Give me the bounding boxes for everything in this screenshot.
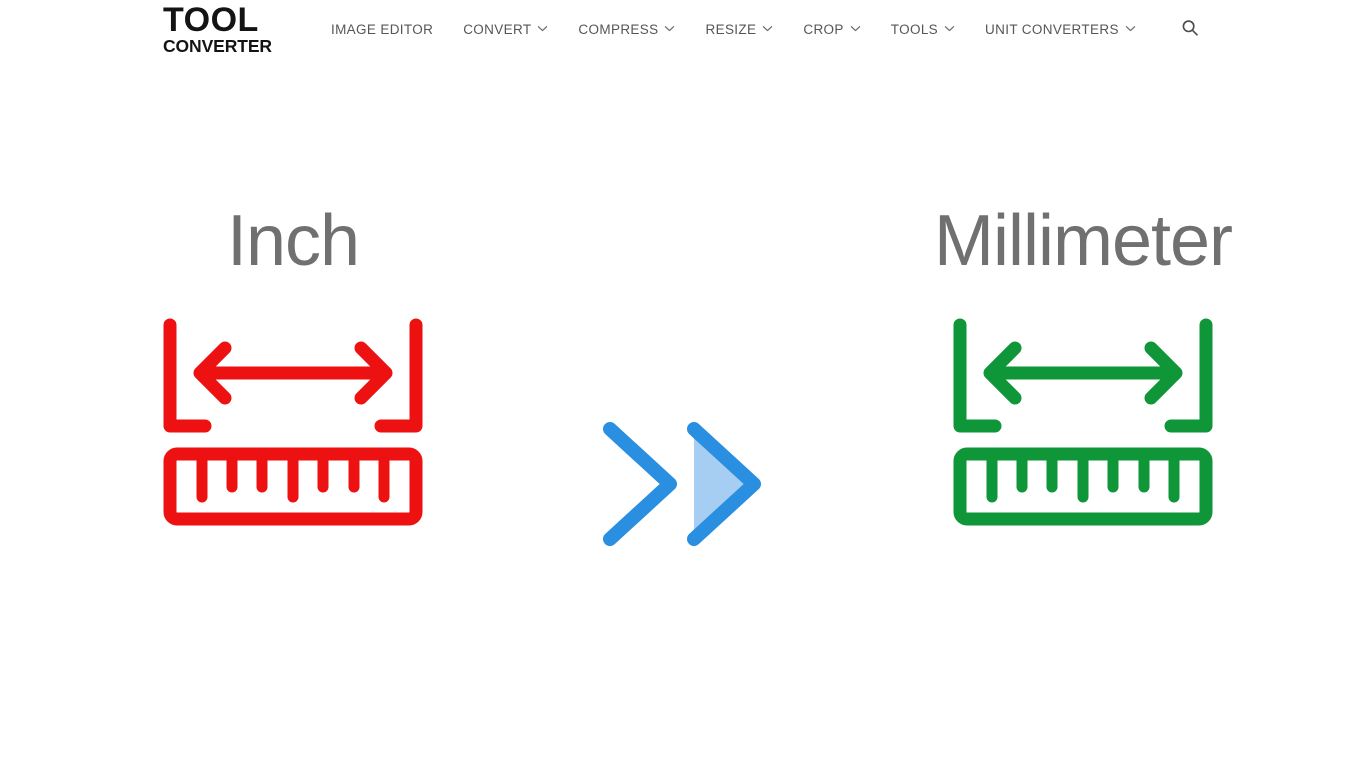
ruler-measure-icon <box>952 317 1214 532</box>
brand-logo[interactable]: TOOL CONVERTER <box>163 1 272 56</box>
chevron-down-icon <box>537 23 548 34</box>
nav-item-convert[interactable]: CONVERT <box>448 16 563 43</box>
brand-logo-line1: TOOL <box>163 1 259 40</box>
source-unit-block: Inch <box>163 205 423 532</box>
nav-item-label: IMAGE EDITOR <box>330 22 434 37</box>
site-header: TOOL CONVERTER IMAGE EDITOR CONVERT COMP… <box>0 0 1366 59</box>
brand-logo-line2: CONVERTER <box>163 35 272 56</box>
chevron-down-icon <box>762 23 773 34</box>
nav-item-image-editor[interactable]: IMAGE EDITOR <box>316 16 448 43</box>
conversion-arrow <box>588 409 778 559</box>
nav-item-label: CONVERT <box>463 22 532 37</box>
nav-item-label: CROP <box>803 22 844 37</box>
target-unit-title: Millimeter <box>934 201 1233 281</box>
source-unit-title: Inch <box>226 201 360 281</box>
ruler-measure-icon <box>162 317 424 532</box>
chevron-down-icon <box>944 23 955 34</box>
chevron-down-icon <box>1125 23 1136 34</box>
main-navigation: IMAGE EDITOR CONVERT COMPRESS RESIZE CRO… <box>316 16 1151 43</box>
chevron-down-icon <box>664 23 675 34</box>
nav-item-unit-converters[interactable]: UNIT CONVERTERS <box>970 16 1151 43</box>
double-chevron-right-icon <box>588 422 778 563</box>
nav-item-label: TOOLS <box>890 22 939 37</box>
chevron-down-icon <box>850 23 861 34</box>
nav-item-crop[interactable]: CROP <box>788 16 875 43</box>
nav-item-compress[interactable]: COMPRESS <box>563 16 690 43</box>
nav-item-label: COMPRESS <box>578 22 659 37</box>
nav-item-tools[interactable]: TOOLS <box>876 16 970 43</box>
search-button[interactable]: Search <box>1173 13 1207 47</box>
nav-item-resize[interactable]: RESIZE <box>690 16 788 43</box>
target-unit-block: Millimeter <box>934 205 1233 532</box>
search-icon <box>1180 18 1200 41</box>
hero-section: Inch Millimeter <box>0 59 1366 768</box>
nav-item-label: RESIZE <box>705 22 757 37</box>
nav-item-label: UNIT CONVERTERS <box>985 22 1119 37</box>
